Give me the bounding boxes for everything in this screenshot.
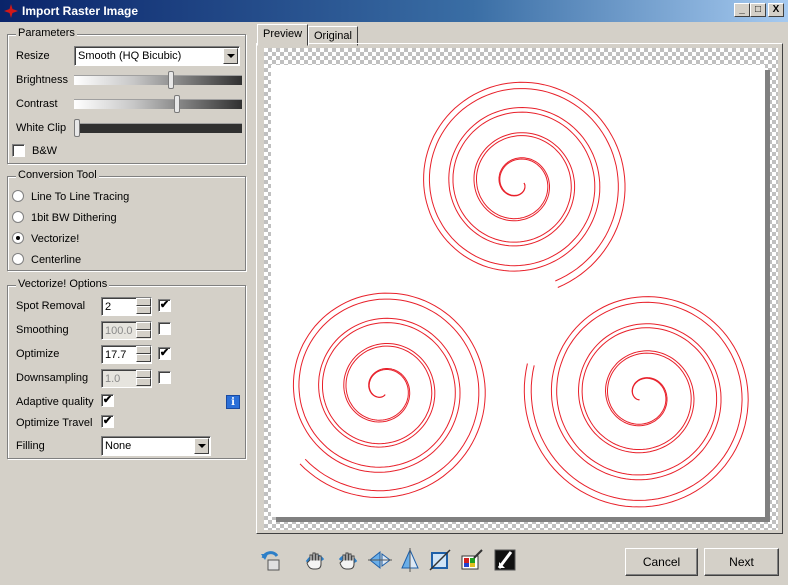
bw-checkbox[interactable] bbox=[12, 144, 25, 157]
downsampling-checkbox[interactable] bbox=[158, 371, 171, 384]
brightness-track bbox=[74, 75, 242, 85]
parameters-legend: Parameters bbox=[16, 27, 77, 39]
resize-label: Resize bbox=[16, 50, 50, 62]
crop-icon[interactable] bbox=[428, 548, 452, 572]
downsampling-value: 1.0 bbox=[105, 373, 121, 385]
conversion-tool-legend: Conversion Tool bbox=[16, 169, 99, 181]
smoothing-stepper[interactable] bbox=[136, 322, 151, 339]
info-icon[interactable]: i bbox=[226, 395, 240, 409]
close-button[interactable]: X bbox=[768, 3, 784, 17]
vectorize-label: Vectorize! bbox=[31, 233, 80, 245]
optimize-stepper[interactable] bbox=[136, 346, 151, 363]
optimize-spinner[interactable]: 17.7 bbox=[101, 345, 152, 364]
adaptive-quality-checkbox[interactable]: ✔ bbox=[101, 394, 114, 407]
preview-canvas[interactable] bbox=[271, 65, 765, 517]
resize-value: Smooth (HQ Bicubic) bbox=[78, 50, 182, 62]
white-clip-slider[interactable] bbox=[74, 119, 242, 137]
optimize-travel-label: Optimize Travel bbox=[16, 417, 93, 429]
downsampling-stepper[interactable] bbox=[136, 370, 151, 387]
rotate-icon[interactable] bbox=[259, 548, 283, 572]
radio-line-to-line[interactable] bbox=[12, 190, 24, 202]
contrast-track bbox=[74, 99, 242, 109]
white-clip-track bbox=[74, 123, 242, 133]
contrast-slider[interactable] bbox=[74, 95, 242, 113]
adaptive-quality-label: Adaptive quality bbox=[16, 396, 94, 408]
spiral-trace-inner bbox=[298, 298, 480, 492]
brightness-label: Brightness bbox=[16, 74, 68, 86]
mirror-horizontal-icon[interactable] bbox=[368, 548, 392, 572]
chevron-down-icon[interactable] bbox=[194, 438, 209, 454]
optimize-checkbox[interactable]: ✔ bbox=[158, 347, 171, 360]
optimize-label: Optimize bbox=[16, 348, 60, 360]
color-picker-icon[interactable] bbox=[460, 548, 484, 572]
centerline-label: Centerline bbox=[31, 254, 82, 266]
mirror-vertical-icon[interactable] bbox=[398, 548, 422, 572]
app-icon bbox=[4, 4, 18, 18]
downsampling-spinner[interactable]: 1.0 bbox=[101, 369, 152, 388]
contrast-thumb[interactable] bbox=[174, 95, 181, 113]
spot-removal-value: 2 bbox=[105, 301, 112, 313]
radio-vectorize[interactable] bbox=[12, 232, 24, 244]
triskelion-vector-preview bbox=[292, 81, 749, 508]
next-button[interactable]: Next bbox=[704, 548, 779, 576]
smoothing-value: 100.0 bbox=[105, 325, 133, 337]
spiral-trace-inner bbox=[428, 88, 619, 282]
filling-label: Filling bbox=[16, 440, 45, 452]
spot-removal-label: Spot Removal bbox=[16, 300, 86, 312]
line-to-line-label: Line To Line Tracing bbox=[31, 191, 130, 203]
radio-centerline[interactable] bbox=[12, 253, 24, 265]
smoothing-checkbox[interactable] bbox=[158, 322, 171, 335]
hand-left-icon[interactable] bbox=[303, 548, 327, 572]
white-clip-label: White Clip bbox=[16, 122, 67, 134]
filling-select[interactable]: None bbox=[101, 436, 211, 456]
cancel-button[interactable]: Cancel bbox=[625, 548, 698, 576]
spot-removal-stepper[interactable] bbox=[136, 298, 151, 315]
bw-label: B&W bbox=[32, 145, 58, 157]
smoothing-spinner[interactable]: 100.0 bbox=[101, 321, 152, 340]
minimize-button[interactable]: _ bbox=[734, 3, 750, 17]
hand-right-icon[interactable] bbox=[336, 548, 360, 572]
chevron-down-icon[interactable] bbox=[223, 48, 238, 64]
optimize-travel-checkbox[interactable]: ✔ bbox=[101, 415, 114, 428]
spiral-trace-inner bbox=[530, 301, 743, 501]
brightness-slider[interactable] bbox=[74, 71, 242, 89]
tab-preview[interactable]: Preview bbox=[257, 24, 309, 46]
smoothing-label: Smoothing bbox=[16, 324, 69, 336]
radio-bw-dithering[interactable] bbox=[12, 211, 24, 223]
brightness-thumb[interactable] bbox=[167, 71, 174, 89]
downsampling-label: Downsampling bbox=[16, 372, 89, 384]
invert-icon[interactable] bbox=[493, 548, 517, 572]
white-clip-thumb[interactable] bbox=[74, 119, 80, 137]
vectorize-options-legend: Vectorize! Options bbox=[16, 278, 110, 290]
window-title: Import Raster Image bbox=[22, 4, 139, 18]
title-bar: Import Raster Image _ □ X bbox=[0, 0, 788, 22]
bw-dithering-label: 1bit BW Dithering bbox=[31, 212, 117, 224]
filling-value: None bbox=[105, 440, 132, 452]
spot-removal-spinner[interactable]: 2 bbox=[101, 297, 152, 316]
maximize-button[interactable]: □ bbox=[750, 3, 766, 17]
spot-removal-checkbox[interactable]: ✔ bbox=[158, 299, 171, 312]
contrast-label: Contrast bbox=[16, 98, 58, 110]
optimize-value: 17.7 bbox=[105, 349, 127, 361]
resize-select[interactable]: Smooth (HQ Bicubic) bbox=[74, 46, 240, 66]
